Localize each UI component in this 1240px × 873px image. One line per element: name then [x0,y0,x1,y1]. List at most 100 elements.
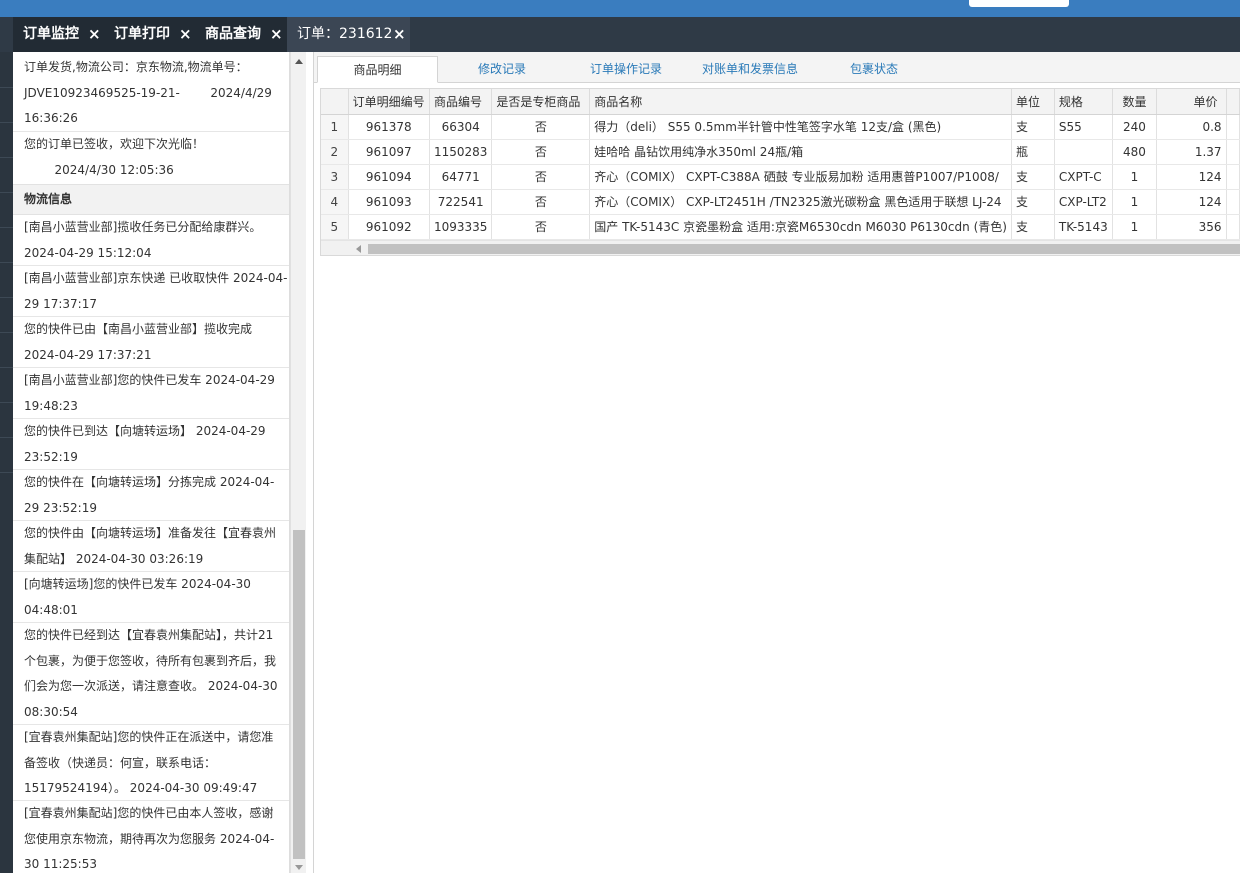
table-row[interactable]: 2 961097 1150283 否 娃哈哈 晶钻饮用纯净水350ml 24瓶/… [321,139,1240,165]
empty-cell [1226,114,1240,140]
column-header[interactable]: 商品名称 [589,89,1012,115]
left-nav-rail [0,52,13,873]
scroll-up-arrow-icon[interactable] [295,59,303,64]
qty-cell: 240 [1112,114,1158,140]
logistics-item: 您的快件已到达【向塘转运场】 2024-04-29 23:52:19 [13,419,289,470]
log-line: [南昌小蓝营业部]揽收任务已分配给康群兴。 [24,220,262,234]
detail-id-cell: 961378 [348,114,430,140]
subtab-package-status[interactable]: 包裹状态 [850,56,898,83]
unit-cell: 支 [1011,164,1055,190]
top-search-box[interactable] [969,0,1069,7]
column-header[interactable]: 是否是专柜商品 [491,89,591,115]
sku-link[interactable]: 64771 [429,164,493,190]
logistics-item: 您的快件由【向塘转运场】准备发往【宜春袁州 集配站】 2024-04-30 03… [13,521,289,572]
empty-cell [1226,189,1240,215]
logistics-item: [向塘转运场]您的快件已发车 2024-04-30 04:48:01 [13,572,289,623]
table-row[interactable]: 3 961094 64771 否 齐心（COMIX） CXPT-C388A 硒鼓… [321,164,1240,190]
unit-cell: 支 [1011,214,1055,240]
log-line: 15179524194）。 2024-04-30 09:49:47 [24,781,258,795]
product-detail-grid: 订单明细编号 商品编号 是否是专柜商品 商品名称 单位 规格 数量 单价 1 9… [320,88,1240,256]
log-line: 您的快件已由【南昌小蓝营业部】揽收完成 [24,322,253,336]
close-icon[interactable]: × [270,17,283,52]
price-cell: 124 [1156,164,1227,190]
table-header-row: 订单明细编号 商品编号 是否是专柜商品 商品名称 单位 规格 数量 单价 [321,89,1240,115]
product-table: 订单明细编号 商品编号 是否是专柜商品 商品名称 单位 规格 数量 单价 1 9… [321,89,1240,240]
close-icon[interactable]: × [88,17,101,52]
logistics-item: [南昌小蓝营业部]您的快件已发车 2024-04-29 19:48:23 [13,368,289,419]
log-line: 您的快件由【向塘转运场】准备发往【宜春袁州 [24,526,277,540]
column-header[interactable]: 单价 [1156,89,1227,115]
detail-id-cell: 961093 [348,189,430,215]
log-line: [南昌小蓝营业部]您的快件已发车 2024-04-29 [24,373,275,387]
log-line: 08:30:54 [24,704,78,719]
column-header [1226,89,1240,115]
log-line: 备签收（快递员：何宣，联系电话： [24,755,217,770]
column-header[interactable]: 规格 [1054,89,1113,115]
tab-label: 订单打印 [114,26,170,42]
qty-cell: 1 [1112,189,1158,215]
log-line: 2024/4/30 12:05:36 [24,162,174,177]
log-line: 2024-04-29 15:12:04 [24,245,152,260]
tab-order-print[interactable]: 订单打印 × [104,17,195,52]
log-line: 集配站】 2024-04-30 03:26:19 [24,551,204,566]
column-header [321,89,349,115]
table-row[interactable]: 5 961092 1093335 否 国产 TK-5143C 京瓷墨粉盒 适用:… [321,214,1240,240]
column-header[interactable]: 数量 [1112,89,1158,115]
scroll-left-arrow-icon[interactable] [356,245,361,253]
scroll-down-arrow-icon[interactable] [295,865,303,870]
empty-cell [1226,214,1240,240]
log-line: 您使用京东物流，期待再次为您服务 2024-04- [24,831,275,846]
detail-subtabs: 商品明细 修改记录 订单操作记录 对账单和发票信息 包裹状态 [314,52,1240,83]
product-name-link[interactable]: 娃哈哈 晶钻饮用纯净水350ml 24瓶/箱 [589,139,1012,165]
log-line: [南昌小蓝营业部]京东快递 已收取快件 2024-04- [24,271,288,285]
logistics-item: 您的快件在【向塘转运场】分拣完成 2024-04- 29 23:52:19 [13,470,289,521]
log-line: 30 11:25:53 [24,857,97,871]
sku-link[interactable]: 1150283 [429,139,493,165]
product-name-link[interactable]: 国产 TK-5143C 京瓷墨粉盒 适用:京瓷M6530cdn M6030 P6… [589,214,1012,240]
column-header[interactable]: 单位 [1011,89,1055,115]
table-row[interactable]: 1 961378 66304 否 得力（deli） S55 0.5mm半针管中性… [321,114,1240,140]
column-header[interactable]: 订单明细编号 [348,89,430,115]
spec-cell: S55 [1054,114,1113,140]
grid-horizontal-scrollbar[interactable] [321,240,1240,255]
logistics-item: 您的快件已由【南昌小蓝营业部】揽收完成 2024-04-29 17:37:21 [13,317,289,368]
detail-id-cell: 961092 [348,214,430,240]
subtab-product-detail[interactable]: 商品明细 [317,56,438,83]
counter-cell: 否 [491,114,591,140]
log-line: 您的快件在【向塘转运场】分拣完成 2024-04- [24,475,275,489]
log-line: 23:52:19 [24,449,78,464]
tab-order-detail[interactable]: 订单：231612 × [287,17,410,52]
subtab-edit-history[interactable]: 修改记录 [478,56,526,83]
logistics-item: [南昌小蓝营业部]揽收任务已分配给康群兴。 2024-04-29 15:12:0… [13,215,289,266]
log-line: 个包裹，为便于您签收，待所有包裹到齐后，我 [24,653,277,668]
unit-cell: 瓶 [1011,139,1055,165]
empty-cell [1226,164,1240,190]
sku-link[interactable]: 1093335 [429,214,493,240]
close-icon[interactable]: × [393,17,406,52]
log-line: 29 23:52:19 [24,500,97,515]
product-name-link[interactable]: 得力（deli） S55 0.5mm半针管中性笔签字水笔 12支/盒 (黑色) [589,114,1012,140]
left-panel-scrollbar[interactable] [290,52,306,873]
counter-cell: 否 [491,139,591,165]
tab-product-search[interactable]: 商品查询 × [195,17,287,52]
detail-id-cell: 961097 [348,139,430,165]
log-line: [向塘转运场]您的快件已发车 2024-04-30 [24,577,251,591]
product-name-link[interactable]: 齐心（COMIX） CXPT-C388A 硒鼓 专业版易加粉 适用惠普P1007… [589,164,1012,190]
spec-cell: TK-5143 [1054,214,1113,240]
subtab-order-operation-log[interactable]: 订单操作记录 [590,56,662,83]
sku-link[interactable]: 66304 [429,114,493,140]
price-cell: 124 [1156,189,1227,215]
tab-order-monitor[interactable]: 订单监控 × [13,17,104,52]
log-line: 您的订单已签收，欢迎下次光临！ [24,137,205,151]
table-row[interactable]: 4 961093 722541 否 齐心（COMIX） CXP-LT2451H … [321,189,1240,215]
product-name-link[interactable]: 齐心（COMIX） CXP-LT2451H /TN2325激光碳粉盒 黑色适用于… [589,189,1012,215]
column-header[interactable]: 商品编号 [429,89,493,115]
scrollbar-thumb[interactable] [293,530,305,859]
scrollbar-thumb[interactable] [368,244,1240,254]
close-icon[interactable]: × [179,17,192,52]
order-log-item: 订单发货,物流公司：京东物流,物流单号： JDVE10923469525-19-… [13,55,289,132]
row-number: 1 [321,114,349,140]
subtab-statement-invoice[interactable]: 对账单和发票信息 [702,56,798,83]
sku-link[interactable]: 722541 [429,189,493,215]
counter-cell: 否 [491,214,591,240]
